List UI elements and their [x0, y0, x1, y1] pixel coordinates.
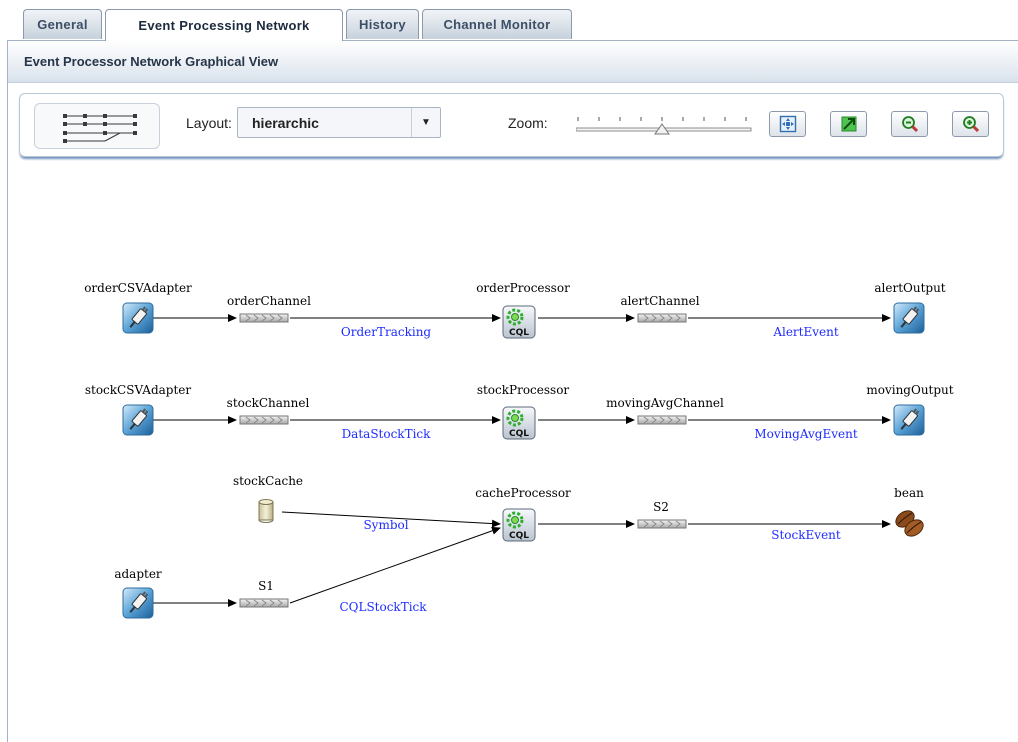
node-label-orderProcessor: orderProcessor — [476, 281, 570, 295]
adapter-icon[interactable] — [122, 404, 154, 436]
chevron-down-icon[interactable]: ▼ — [411, 108, 440, 137]
node-label-orderChannel: orderChannel — [227, 294, 311, 308]
processor-badge: CQL — [509, 328, 529, 338]
fit-to-window-button[interactable] — [769, 111, 806, 137]
node-label-bean: bean — [894, 486, 924, 500]
node-label-orderCSVAdapter: orderCSVAdapter — [84, 281, 192, 295]
edge-label-AlertEvent: AlertEvent — [772, 325, 839, 339]
node-label-stockProcessor: stockProcessor — [477, 383, 570, 397]
edge-label-DataStockTick: DataStockTick — [342, 427, 432, 441]
edge-label-MovingAvgEvent: MovingAvgEvent — [754, 427, 858, 441]
layout-preview-icon[interactable] — [34, 103, 160, 149]
adapter-icon[interactable] — [122, 587, 154, 619]
node-label-movingOutput: movingOutput — [866, 383, 953, 397]
zoom-in-button[interactable] — [952, 111, 989, 137]
actual-size-button[interactable] — [830, 111, 867, 137]
channel-icon[interactable] — [239, 598, 289, 608]
node-label-adapter: adapter — [114, 567, 162, 581]
tab-event-processing-network[interactable]: Event Processing Network — [105, 9, 343, 41]
adapter-icon[interactable] — [893, 404, 925, 436]
edge-label-CQLStockTick: CQLStockTick — [339, 600, 427, 614]
zoom-out-icon — [901, 116, 918, 133]
node-label-S2: S2 — [653, 500, 669, 514]
channel-icon[interactable] — [239, 415, 289, 425]
channel-icon[interactable] — [637, 519, 687, 529]
node-label-S1: S1 — [258, 579, 274, 593]
adapter-icon[interactable] — [893, 302, 925, 334]
graph-toolbar: Layout: hierarchic ▼ Zoom: — [19, 93, 1004, 157]
layout-label: Layout: — [186, 115, 232, 131]
node-label-alertChannel: alertChannel — [620, 294, 699, 308]
edge-label-StockEvent: StockEvent — [771, 528, 841, 542]
node-label-stockCache: stockCache — [233, 474, 303, 488]
node-label-movingAvgChannel: movingAvgChannel — [606, 396, 724, 410]
zoom-slider[interactable] — [576, 106, 756, 142]
node-label-stockChannel: stockChannel — [227, 396, 310, 410]
layout-dropdown[interactable]: hierarchic ▼ — [237, 107, 441, 138]
zoom-label: Zoom: — [508, 115, 548, 131]
node-label-cacheProcessor: cacheProcessor — [475, 486, 571, 500]
fit-to-window-icon — [779, 115, 796, 133]
zoom-in-icon — [962, 116, 979, 133]
edge-label-Symbol: Symbol — [363, 518, 408, 532]
actual-size-icon — [841, 116, 856, 132]
layout-selected-value: hierarchic — [252, 115, 319, 131]
processor-badge: CQL — [509, 429, 529, 439]
channel-icon[interactable] — [637, 313, 687, 323]
zoom-out-button[interactable] — [891, 111, 928, 137]
edge-label-OrderTracking: OrderTracking — [341, 325, 432, 339]
processor-badge: CQL — [509, 531, 529, 541]
channel-icon[interactable] — [637, 415, 687, 425]
cache-icon[interactable] — [258, 499, 274, 523]
channel-icon[interactable] — [239, 313, 289, 323]
adapter-icon[interactable] — [122, 302, 154, 334]
node-label-alertOutput: alertOutput — [874, 281, 945, 295]
edge-S1-cacheProcessor — [289, 526, 501, 604]
bean-icon[interactable] — [892, 506, 927, 541]
node-label-stockCSVAdapter: stockCSVAdapter — [85, 383, 192, 397]
